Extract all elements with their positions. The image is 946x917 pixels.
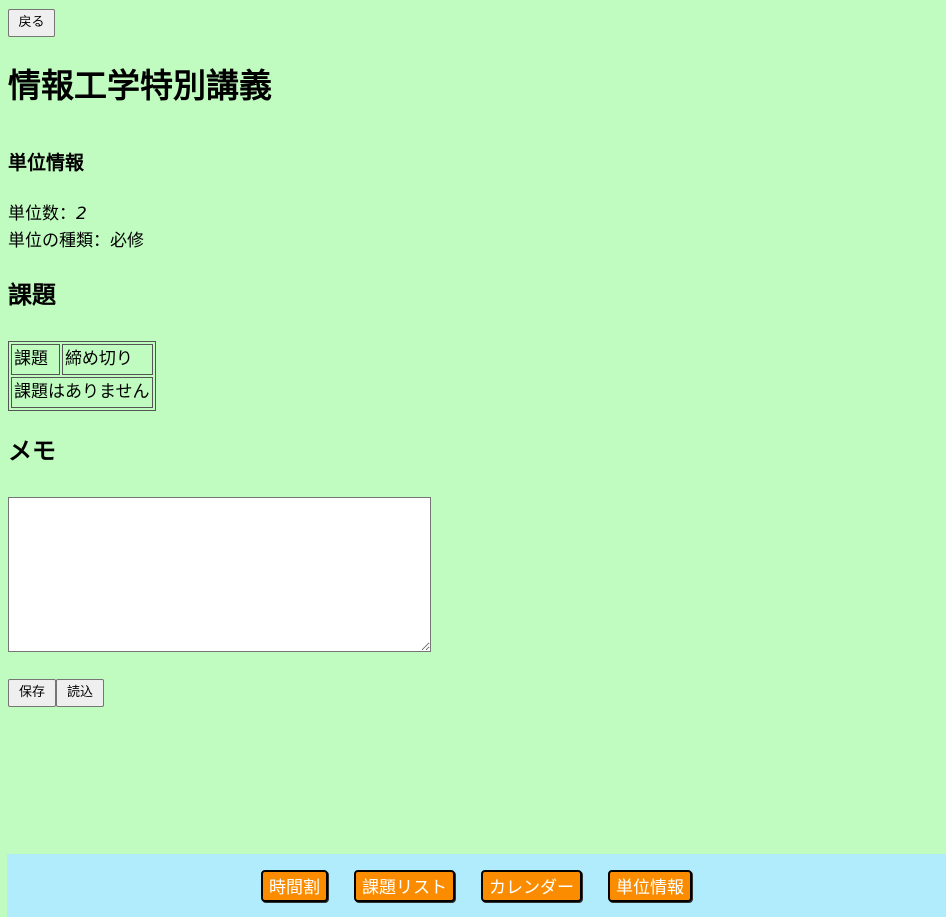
page-title: 情報工学特別講義 (8, 66, 272, 105)
nav-calendar-button[interactable]: カレンダー (481, 869, 582, 902)
credit-type-line: 単位の種類：必修 (8, 228, 144, 255)
credit-info: 単位数：2 単位の種類：必修 (8, 201, 144, 255)
credit-count-label: 単位数： (8, 204, 76, 224)
load-button[interactable]: 読込 (56, 679, 104, 707)
memo-actions: 保存 読込 (8, 679, 104, 707)
credit-type-value: 必修 (110, 231, 144, 251)
credit-count-value: 2 (76, 204, 87, 224)
column-header-task: 課題 (11, 344, 60, 375)
nav-timetable-button[interactable]: 時間割 (261, 869, 328, 902)
credit-count-line: 単位数：2 (8, 201, 144, 228)
column-header-deadline: 締め切り (61, 344, 153, 375)
credit-type-label: 単位の種類： (8, 231, 110, 251)
tasks-table: 課題 締め切り 課題はありません (8, 341, 156, 411)
table-header-row: 課題 締め切り (11, 344, 153, 375)
empty-tasks-message: 課題はありません (11, 377, 153, 408)
credit-info-heading: 単位情報 (8, 152, 85, 174)
table-row: 課題はありません (11, 377, 153, 408)
footer-nav: 時間割 課題リスト カレンダー 単位情報 (7, 854, 946, 917)
memo-textarea[interactable] (8, 497, 431, 652)
back-button[interactable]: 戻る (8, 9, 55, 37)
nav-task-list-button[interactable]: 課題リスト (354, 869, 455, 902)
nav-credit-info-button[interactable]: 単位情報 (608, 869, 692, 902)
save-button[interactable]: 保存 (8, 679, 56, 707)
tasks-heading: 課題 (8, 281, 56, 309)
memo-heading: メモ (8, 437, 56, 465)
